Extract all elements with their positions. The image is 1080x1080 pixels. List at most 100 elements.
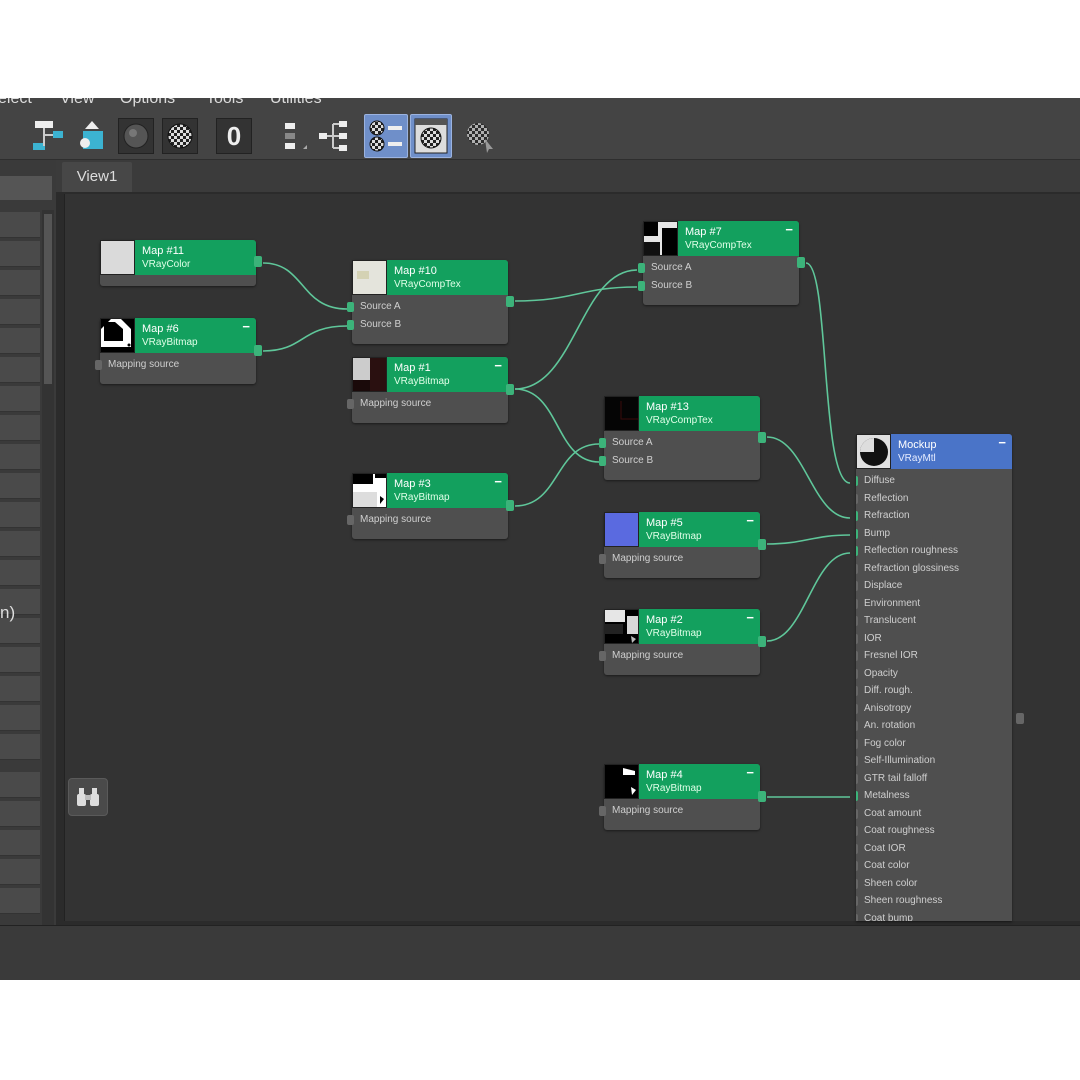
- socket-source-b[interactable]: Source B: [347, 316, 508, 334]
- menu-view[interactable]: View: [60, 98, 94, 108]
- collapse-button[interactable]: −: [494, 358, 502, 373]
- input-socket[interactable]: [856, 616, 858, 626]
- socket-coat-ior[interactable]: Coat IOR: [856, 840, 1012, 858]
- node-map7[interactable]: Map #7 VRayCompTex − Source A Source B: [638, 221, 805, 305]
- node-map6[interactable]: Map #6 VRayBitmap − Mapping source: [95, 318, 262, 384]
- socket-source-b[interactable]: Source B: [599, 452, 760, 470]
- socket-mapping-source[interactable]: Mapping source: [599, 802, 760, 820]
- socket-coat-roughness[interactable]: Coat roughness: [856, 822, 1012, 840]
- socket-mapping-source[interactable]: Mapping source: [599, 550, 760, 568]
- sidebar-row[interactable]: [0, 531, 40, 557]
- input-socket[interactable]: [856, 528, 858, 539]
- output-socket[interactable]: [758, 636, 766, 647]
- socket-ior[interactable]: IOR: [856, 630, 1012, 648]
- input-socket[interactable]: [856, 476, 858, 486]
- node-header[interactable]: Map #7 VRayCompTex −: [643, 221, 799, 256]
- show-map-in-viewport-icon[interactable]: [364, 114, 408, 158]
- socket-opacity[interactable]: Opacity: [856, 665, 1012, 683]
- input-socket[interactable]: [856, 878, 858, 889]
- input-socket[interactable]: [599, 651, 606, 661]
- collapse-button[interactable]: −: [746, 610, 754, 625]
- output-socket[interactable]: [758, 791, 766, 802]
- sidebar-row[interactable]: [0, 473, 40, 499]
- socket-fog-color[interactable]: Fog color: [856, 735, 1012, 753]
- socket-coat-bump[interactable]: Coat bump: [856, 910, 1012, 921]
- sidebar-row[interactable]: [0, 357, 40, 383]
- sidebar-row[interactable]: [0, 859, 40, 885]
- input-socket[interactable]: [856, 633, 858, 644]
- sidebar-row[interactable]: [0, 212, 40, 238]
- input-socket[interactable]: [856, 791, 858, 801]
- layout-children-icon[interactable]: [30, 118, 66, 154]
- sidebar-row[interactable]: [0, 830, 40, 856]
- socket-refraction-glossiness[interactable]: Refraction glossiness: [856, 560, 1012, 578]
- output-socket[interactable]: [506, 384, 514, 395]
- socket-diffuse[interactable]: Diffuse: [856, 472, 1012, 490]
- input-socket[interactable]: [599, 554, 606, 564]
- socket-mapping-source[interactable]: Mapping source: [347, 511, 508, 529]
- collapse-button[interactable]: −: [998, 435, 1006, 450]
- sidebar-row[interactable]: [0, 444, 40, 470]
- sidebar-scroll-thumb[interactable]: [44, 214, 52, 384]
- sidebar-row[interactable]: [0, 801, 40, 827]
- input-socket[interactable]: [638, 280, 645, 291]
- input-socket[interactable]: [599, 806, 606, 816]
- move-up-icon[interactable]: [74, 118, 110, 154]
- socket-fresnel-ior[interactable]: Fresnel IOR: [856, 647, 1012, 665]
- socket-metalness[interactable]: Metalness: [856, 787, 1012, 805]
- node-map3[interactable]: Map #3 VRayBitmap − Mapping source: [347, 473, 514, 539]
- sidebar-row[interactable]: [0, 560, 40, 586]
- input-socket[interactable]: [856, 581, 858, 591]
- sidebar-row[interactable]: [0, 386, 40, 412]
- tree-layout-icon[interactable]: [316, 118, 352, 154]
- sidebar-row[interactable]: [0, 734, 40, 760]
- output-socket[interactable]: [1016, 713, 1024, 724]
- output-socket[interactable]: [254, 345, 262, 356]
- output-socket[interactable]: [758, 432, 766, 443]
- node-header[interactable]: Map #4 VRayBitmap −: [604, 764, 760, 799]
- material-picker-icon[interactable]: [462, 118, 498, 154]
- node-mockup-material[interactable]: Mockup VRayMtl − Diffuse Reflection Refr…: [856, 434, 1024, 921]
- hide-unused-sockets-icon[interactable]: [272, 118, 308, 154]
- socket-sheen-roughness[interactable]: Sheen roughness: [856, 892, 1012, 910]
- socket-gtr-tail-falloff[interactable]: GTR tail falloff: [856, 770, 1012, 788]
- menu-select[interactable]: elect: [0, 98, 32, 108]
- input-socket[interactable]: [856, 756, 858, 766]
- socket-diff-rough[interactable]: Diff. rough.: [856, 682, 1012, 700]
- node-header[interactable]: Map #13 VRayCompTex: [604, 396, 760, 431]
- binoculars-icon[interactable]: [68, 778, 108, 816]
- input-socket[interactable]: [347, 319, 354, 330]
- sidebar-row[interactable]: [0, 415, 40, 441]
- input-socket[interactable]: [856, 651, 858, 661]
- output-socket[interactable]: [758, 539, 766, 550]
- input-socket[interactable]: [599, 438, 606, 448]
- show-background-icon[interactable]: [410, 114, 452, 158]
- input-socket[interactable]: [856, 511, 858, 521]
- sidebar-row[interactable]: [0, 299, 40, 325]
- socket-coat-amount[interactable]: Coat amount: [856, 805, 1012, 823]
- output-socket[interactable]: [797, 257, 805, 268]
- sidebar-row[interactable]: [0, 772, 40, 798]
- input-socket[interactable]: [856, 861, 858, 871]
- sidebar-row[interactable]: [0, 328, 40, 354]
- node-header[interactable]: Map #5 VRayBitmap −: [604, 512, 760, 547]
- partial-tool-icon[interactable]: [0, 118, 6, 154]
- input-socket[interactable]: [856, 686, 858, 696]
- socket-mapping-source[interactable]: Mapping source: [347, 395, 508, 413]
- socket-reflection[interactable]: Reflection: [856, 490, 1012, 508]
- input-socket[interactable]: [856, 773, 858, 784]
- input-socket[interactable]: [347, 399, 354, 409]
- input-socket[interactable]: [856, 808, 858, 819]
- node-header[interactable]: Map #11 VRayColor: [100, 240, 256, 275]
- node-header[interactable]: Map #3 VRayBitmap −: [352, 473, 508, 508]
- sidebar-row[interactable]: [0, 241, 40, 267]
- socket-an-rotation[interactable]: An. rotation: [856, 717, 1012, 735]
- socket-refraction[interactable]: Refraction: [856, 507, 1012, 525]
- node-header[interactable]: Map #2 VRayBitmap −: [604, 609, 760, 644]
- node-map11[interactable]: Map #11 VRayColor: [100, 240, 262, 286]
- sidebar-row[interactable]: [0, 705, 40, 731]
- collapse-button[interactable]: −: [746, 513, 754, 528]
- sidebar-search-field[interactable]: [0, 176, 52, 200]
- socket-source-a[interactable]: Source A: [347, 298, 508, 316]
- collapse-button[interactable]: −: [494, 474, 502, 489]
